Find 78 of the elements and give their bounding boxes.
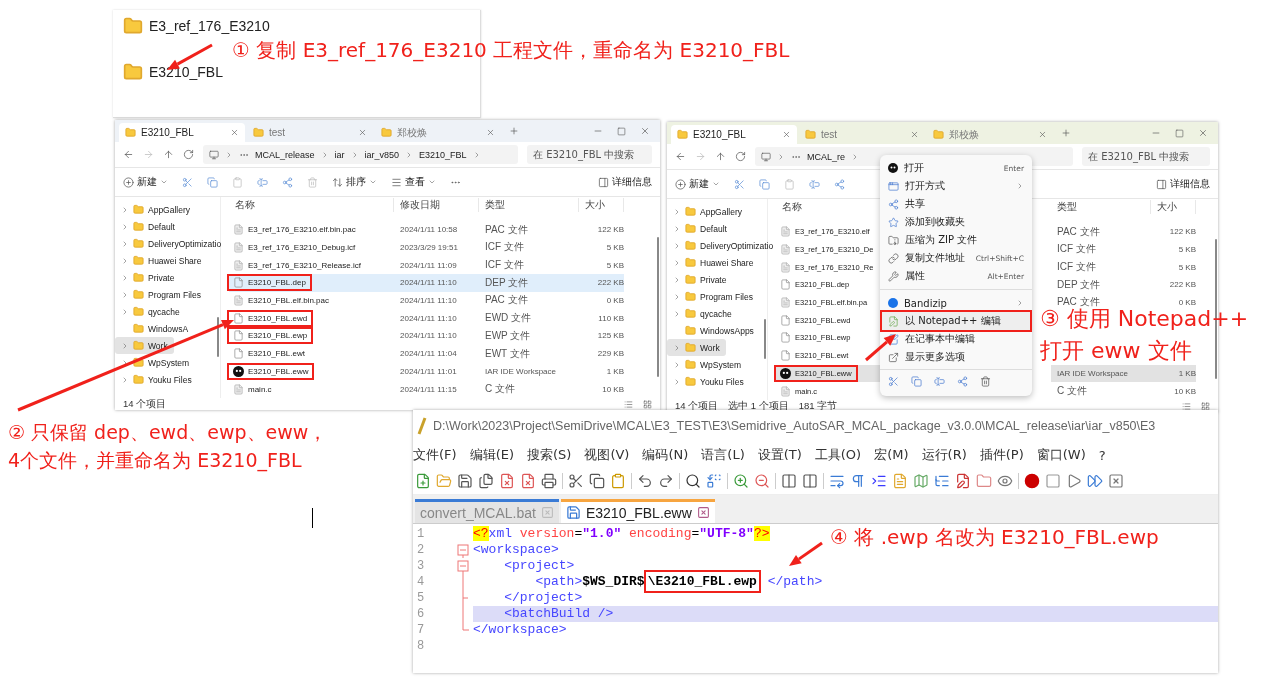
step-annotation: ① 复制 E3_ref_176_E3210 工程文件，重命名为 E3210_FBL (232, 38, 790, 63)
file-type: ICF 文件 (484, 240, 525, 255)
file-date: 2024/1/11 11:04 (399, 348, 458, 361)
step-annotation: ② 只保留 dep、ewd、ewp、eww， (8, 421, 328, 445)
file-type: IAR IDE Workspace (484, 365, 557, 378)
file-type: EWP 文件 (484, 328, 532, 343)
file-name: E3210_FBL.eww (229, 364, 313, 378)
file-type: PAC 文件 (484, 222, 529, 237)
file-date: 2024/1/11 11:01 (399, 365, 458, 378)
file-name: E3210_FBL.elf.bin.pac (229, 294, 333, 307)
line-number: 2 (416, 543, 426, 557)
line-number: 1 (416, 527, 426, 541)
file-name: E3210_FBL.ewt (229, 347, 309, 361)
file-size: 1 KB (605, 365, 624, 378)
code-line: <project> (503, 558, 575, 574)
file-date: 2024/1/11 11:10 (394, 273, 479, 292)
file-date: 2024/1/11 10:58 (399, 224, 459, 237)
file-date: 2024/1/11 11:15 (399, 383, 458, 396)
file-size: 229 KB (596, 348, 624, 361)
file-size: 5 KB (1177, 243, 1196, 256)
file-size: 110 KB (597, 312, 624, 325)
file-size: 10 KB (1173, 385, 1196, 398)
file-name: E3_ref_176_E3210_Debug.icf (229, 240, 360, 254)
file-size: 0 KB (1177, 297, 1196, 309)
file-type: C 文件 (484, 382, 516, 397)
line-number: 5 (416, 591, 426, 605)
file-type: DEP 文件 (1056, 277, 1102, 292)
file-type: ICF 文件 (484, 258, 525, 273)
file-type: PAC 文件 (484, 293, 529, 308)
code-line: </project> (503, 590, 583, 606)
file-date: 2024/1/11 11:10 (399, 330, 458, 343)
file-type: EWT 文件 (484, 346, 531, 361)
file-type: C 文件 (1056, 384, 1088, 399)
step-annotation: 打开 eww 文件 (1040, 336, 1192, 364)
file-size: 10 KB (601, 383, 624, 396)
code-line: <?xml version="1.0" encoding="UTF-8"?> (473, 526, 770, 542)
status-text: 14 个项目 (675, 400, 719, 412)
file-size: 5 KB (605, 241, 624, 254)
file-size: 0 KB (605, 295, 624, 307)
line-number: 6 (416, 607, 426, 621)
line-number: 3 (416, 559, 426, 573)
file-type: PAC 文件 (1056, 295, 1101, 308)
file-date: 2023/3/29 19:51 (399, 241, 459, 254)
file-type: ICF 文件 (1056, 260, 1097, 275)
file-size: 1 KB (1151, 364, 1196, 383)
file-name: E3_ref_176_E3210_Release.icf (229, 258, 365, 272)
file-name: main.c (229, 382, 276, 396)
file-size: 5 KB (605, 259, 624, 272)
status-text: 181 字节 (798, 400, 838, 412)
file-date: 2024/1/11 11:09 (399, 259, 458, 272)
step-annotation: ④ 将 .ewp 名改为 E3210_FBL.ewp (830, 525, 1159, 550)
file-size: 222 KB (579, 273, 624, 292)
status-text: 14 个项目 (123, 398, 167, 410)
window-title: D:\Work\2023\Project\SemiDrive\MCAL\E3_TEST\E3\Semidrive_AutoSAR_MCAL_package_v3.0.0\MCAL_release\iar\iar_v850\E3 (433, 419, 1156, 433)
file-name: E3210_FBL.ewd (229, 311, 312, 325)
file-name: E3210_FBL.dep (229, 276, 310, 290)
file-size: 222 KB (1168, 279, 1196, 292)
file-size: 122 KB (596, 224, 624, 237)
code-line: <workspace> (473, 542, 559, 558)
file-size: 5 KB (1177, 261, 1196, 274)
file-date: 2024/1/11 11:10 (399, 312, 458, 325)
file-name: E3210_FBL.ewp (229, 329, 312, 343)
file-type: DEP 文件 (479, 273, 579, 292)
file-name: E3_ref_176_E3210.elf.bin.pac (229, 223, 360, 237)
line-number: 4 (416, 575, 426, 589)
status-text: 选中 1 个项目 (728, 400, 789, 412)
file-type: PAC 文件 (1056, 224, 1101, 239)
file-type: ICF 文件 (1056, 242, 1097, 257)
file-size: 125 KB (596, 330, 624, 343)
step-annotation: ③ 使用 Notepad++ (1040, 306, 1249, 333)
step-annotation: 4个文件，并重命名为 E3210_FBL (8, 448, 302, 473)
code-line: </workspace> (473, 622, 567, 638)
line-number: 7 (416, 623, 426, 637)
file-type: IAR IDE Workspace (1051, 364, 1151, 383)
file-type: EWD 文件 (484, 311, 533, 326)
file-date: 2024/1/11 11:10 (399, 295, 458, 307)
file-size: 122 KB (1168, 226, 1196, 239)
line-number: 8 (416, 639, 426, 653)
